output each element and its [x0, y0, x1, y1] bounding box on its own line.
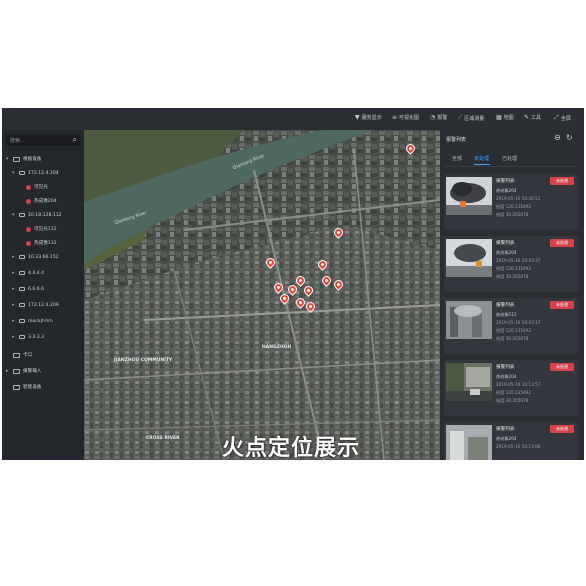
alarm-thumbnail [446, 363, 492, 401]
device-icon [19, 271, 25, 275]
tree-node-camera[interactable]: 热成像204 [26, 196, 57, 206]
chevron-right-icon[interactable]: ▸ [12, 254, 16, 260]
tree-node-group[interactable]: ▸ 报警输入 [6, 366, 41, 376]
status-badge[interactable]: 未处理 [550, 363, 574, 371]
device-icon [19, 171, 25, 175]
tree-node-device[interactable]: ▸ 6.6.6.6 [12, 284, 44, 294]
tree-node-group[interactable]: ▾ 根据设备 [6, 154, 41, 164]
minimize-icon[interactable]: ⊖ [554, 133, 561, 142]
tree-node-device[interactable]: ▸ 172.12.4.209 [12, 300, 59, 310]
toolbar-alarm-button[interactable]: ◔ 报警 [430, 114, 447, 121]
camera-icon [26, 184, 31, 190]
chevron-right-icon[interactable]: ▸ [12, 302, 16, 308]
chevron-down-icon[interactable]: ▾ [12, 212, 16, 218]
device-icon [19, 213, 25, 217]
tree-node-group[interactable]: 智能设备 [6, 382, 41, 392]
top-toolbar: ▼ 服务显示 ≡ 可视化图 ◔ 报警 ⟋ 区域测量 ▦ 地图 ✎ 工具 ⤢ 全屏 [2, 108, 584, 130]
tab-handled[interactable]: 已处理 [502, 155, 517, 162]
chevron-right-icon[interactable]: ▸ [12, 286, 16, 292]
toolbar-fullscreen-button[interactable]: ⤢ 全屏 [554, 114, 571, 122]
tree-node-group[interactable]: 卡口 [6, 350, 32, 360]
layers-icon: ≡ [392, 114, 398, 121]
area-label: CROSS RIVER [146, 436, 180, 441]
device-icon [19, 287, 25, 291]
alarm-thumbnail [446, 177, 492, 215]
monitor-icon [13, 384, 20, 390]
monitor-icon [13, 156, 20, 162]
alarm-thumbnail [446, 239, 492, 277]
toolbar-map-button[interactable]: ▦ 地图 [496, 114, 514, 121]
device-search-input[interactable]: 搜索... ⌕ [6, 134, 80, 146]
chevron-right-icon[interactable]: ▸ [12, 270, 16, 276]
chevron-down-icon[interactable]: ▾ [6, 156, 10, 162]
monitor-icon [13, 352, 20, 358]
area-label: HANGZHOU [262, 345, 292, 350]
measure-icon: ⟋ [458, 114, 463, 121]
status-badge[interactable]: 未处理 [550, 239, 574, 247]
tab-unhandled[interactable]: 未处理 [474, 155, 489, 162]
device-icon [19, 335, 25, 339]
search-icon[interactable]: ⌕ [73, 135, 77, 145]
device-icon [19, 319, 25, 323]
toolbar-layers-button[interactable]: ≡ 可视化图 [392, 114, 419, 121]
device-icon [19, 303, 25, 307]
camera-icon [26, 240, 31, 246]
monitor-icon [13, 368, 20, 374]
caption-overlay: 火点定位展示 [222, 436, 361, 460]
alarm-card[interactable]: 报警列表 未处理 热成像204 2019-05-16 10:46:51 经度 1… [444, 174, 578, 230]
alarm-icon: ◔ [430, 114, 436, 121]
tree-node-camera[interactable]: 热成像112 [26, 238, 57, 248]
tree-node-device[interactable]: ▸ 3.3.3.3 [12, 332, 44, 342]
map-icon: ▦ [496, 114, 502, 121]
chevron-right-icon[interactable]: ▸ [12, 334, 16, 340]
tree-node-device[interactable]: ▾ 10.18.128.112 [12, 210, 62, 220]
toolbar-measure-button[interactable]: ⟋ 区域测量 [458, 114, 484, 122]
tree-node-device[interactable]: ▸ 4.4.4.4 [12, 268, 44, 278]
map-imagery [84, 130, 440, 460]
app-window: ▼ 服务显示 ≡ 可视化图 ◔ 报警 ⟋ 区域测量 ▦ 地图 ✎ 工具 ⤢ 全屏 [2, 108, 584, 460]
device-sidebar: 搜索... ⌕ ▾ 根据设备 ▾ 172.12.4.204 可见光 热成像204… [2, 130, 84, 460]
tree-node-device[interactable]: ▸ 10.33.66.152 [12, 252, 59, 262]
alarm-thumbnail [446, 301, 492, 339]
tree-node-camera[interactable]: 可见光 [26, 182, 48, 192]
device-icon [19, 255, 25, 259]
tree-node-device[interactable]: ▾ 172.12.4.204 [12, 168, 59, 178]
alarm-card[interactable]: 报警列表 未处理 热成像204 2019-05-16 10:13:06 [444, 422, 578, 460]
tree-node-device[interactable]: ▸ mockjt-hm [12, 316, 53, 326]
area-label: JIANZHOU COMMUNITY [114, 358, 173, 363]
panel-title: 报警列表 [446, 137, 467, 143]
chevron-right-icon[interactable]: ▸ [6, 368, 10, 374]
alarm-card[interactable]: 报警列表 未处理 热成像112 2019-05-16 10:43:17 经度 1… [444, 298, 578, 354]
status-badge[interactable]: 未处理 [550, 425, 574, 433]
alarm-card[interactable]: 报警列表 未处理 热成像204 2019-05-16 10:13:57 经度 1… [444, 360, 578, 416]
chevron-right-icon[interactable]: ▸ [12, 318, 16, 324]
satellite-map[interactable]: Qiantang River Qiantang River HANGZHOU J… [84, 130, 440, 460]
fullscreen-icon: ⤢ [554, 114, 559, 121]
camera-icon [26, 226, 31, 232]
filter-icon: ▼ [355, 114, 360, 121]
status-badge[interactable]: 未处理 [550, 177, 574, 185]
tree-node-camera[interactable]: 可见光112 [26, 224, 57, 234]
alarm-card[interactable]: 报警列表 未处理 热成像204 2019-05-16 10:43:37 经度 1… [444, 236, 578, 292]
active-tab-indicator [474, 164, 490, 165]
chevron-down-icon[interactable]: ▾ [12, 170, 16, 176]
toolbar-tools-button[interactable]: ✎ 工具 [524, 114, 541, 121]
camera-icon [26, 198, 31, 204]
alarm-thumbnail [446, 425, 492, 460]
tab-all[interactable]: 全部 [452, 155, 462, 162]
status-badge[interactable]: 未处理 [550, 301, 574, 309]
tools-icon: ✎ [524, 114, 530, 121]
toolbar-filter-button[interactable]: ▼ 服务显示 [355, 114, 382, 121]
alarm-tabs: 全部 未处理 已处理 [444, 152, 578, 167]
alarm-panel: 报警列表 ⊖ ↻ 全部 未处理 已处理 报警列表 未处理 热成像204 2019… [440, 130, 584, 460]
refresh-icon[interactable]: ↻ [566, 133, 573, 142]
